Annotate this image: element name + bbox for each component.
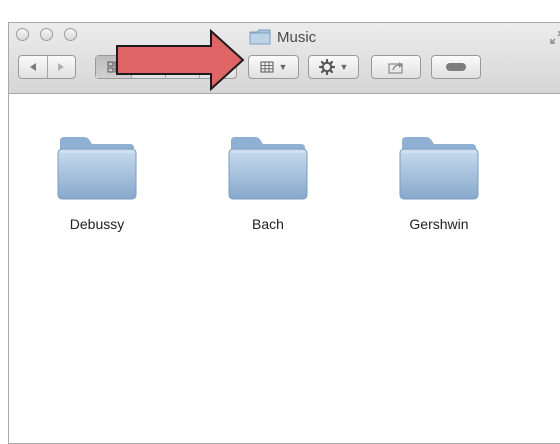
tag-pill-icon [446,63,466,71]
file-item[interactable]: Debussy [22,133,172,232]
grid-icon [260,61,274,73]
folder-icon [56,133,138,201]
forward-button[interactable] [46,56,75,78]
tag-button[interactable] [431,55,481,79]
folder-icon [249,29,271,45]
share-icon [388,62,403,74]
title-bar: Music ▼ ▼ [9,23,560,94]
arrow-annotation [116,28,245,92]
back-button[interactable] [19,56,47,78]
forward-icon [58,63,65,71]
fullscreen-icon[interactable] [550,31,560,44]
window-title-text: Music [277,28,317,46]
back-icon [29,63,36,71]
file-name: Bach [252,216,284,232]
window-title: Music [249,27,316,47]
file-item[interactable]: Gershwin [364,133,514,232]
folder-icon [398,133,480,201]
share-button[interactable] [371,55,421,79]
chevron-down-icon: ▼ [339,62,349,72]
close-button[interactable] [16,28,29,41]
minimize-button[interactable] [40,28,53,41]
file-name: Gershwin [409,216,469,232]
back-forward-control [18,55,76,79]
finder-window: Music ▼ ▼ Debussy Bach Gershwin [8,22,560,444]
action-button[interactable]: ▼ [308,55,359,79]
gear-icon [318,59,335,75]
chevron-down-icon: ▼ [278,62,288,72]
file-name: Debussy [69,216,125,232]
arrange-button[interactable]: ▼ [248,55,299,79]
file-item[interactable]: Bach [193,133,343,232]
folder-icon [227,133,309,201]
zoom-button[interactable] [64,28,77,41]
